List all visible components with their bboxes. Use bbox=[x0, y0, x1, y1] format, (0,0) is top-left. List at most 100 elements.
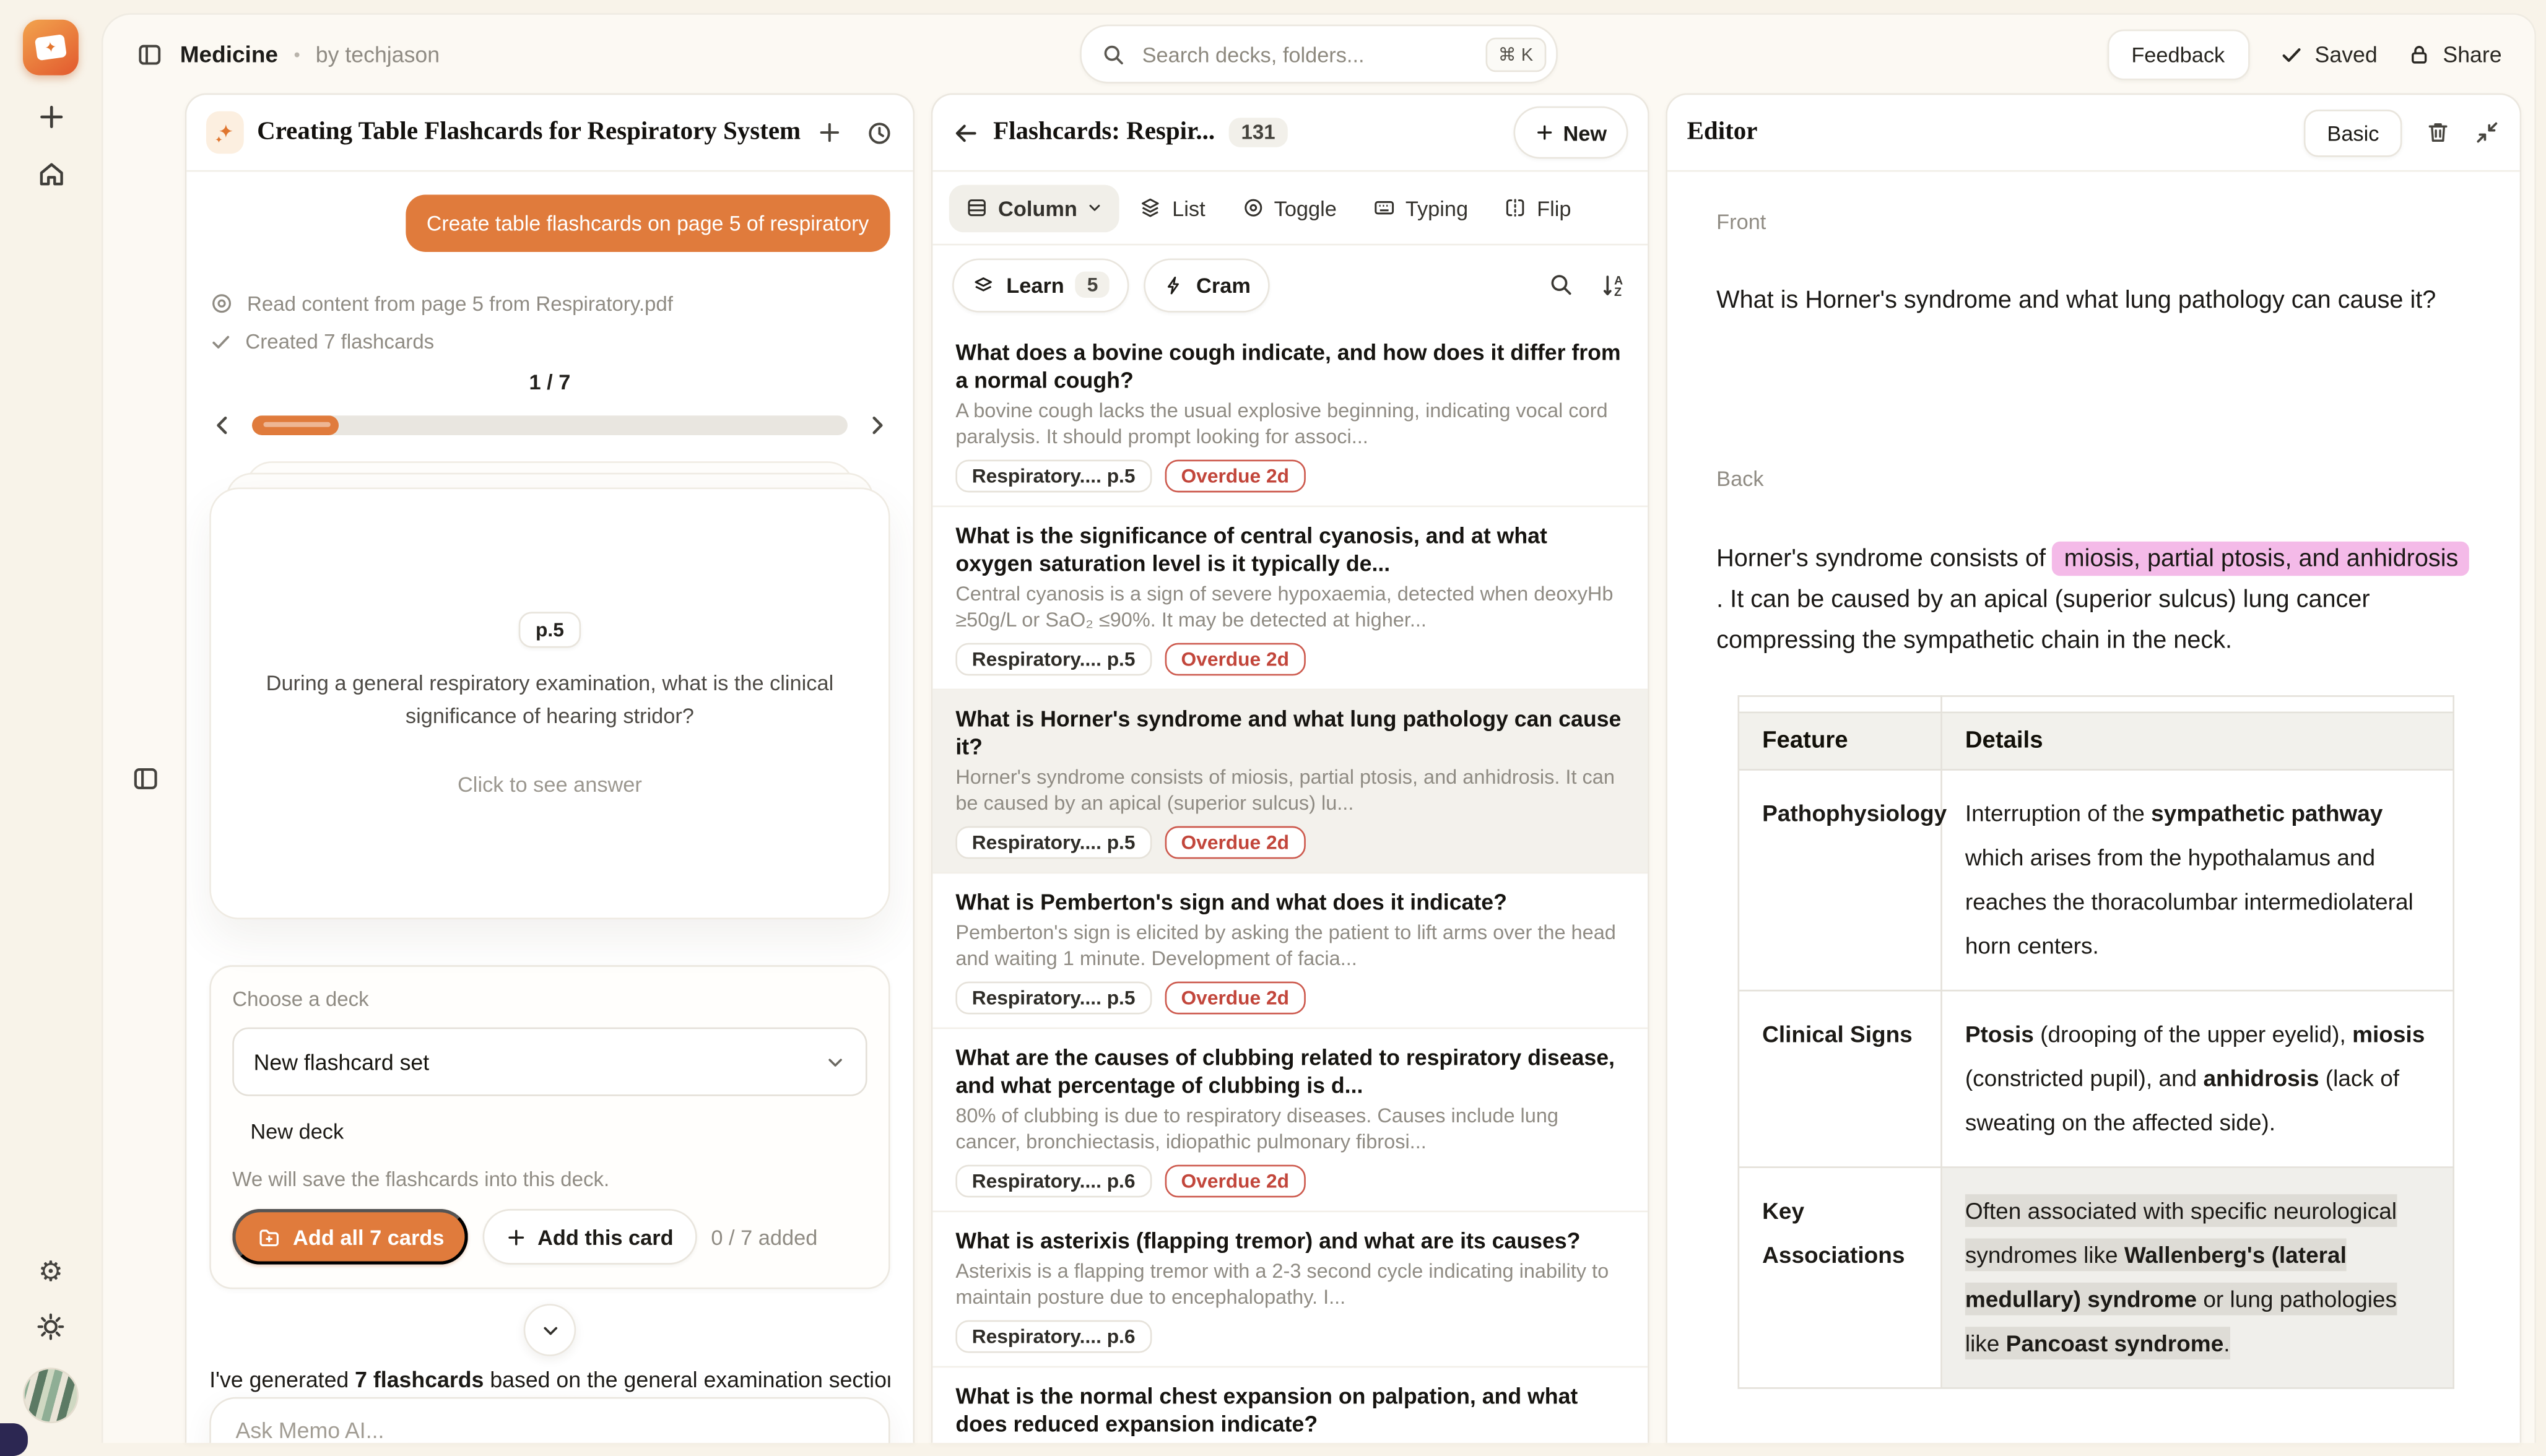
flip-view-icon bbox=[1504, 196, 1527, 219]
overdue-badge: Overdue 2d bbox=[1165, 826, 1305, 859]
tab-list[interactable]: List bbox=[1123, 184, 1222, 232]
page-badge: p.5 bbox=[519, 611, 581, 647]
collapse-panel-icon[interactable] bbox=[2474, 119, 2500, 145]
trash-icon[interactable] bbox=[2425, 119, 2451, 145]
scroll-down-button[interactable] bbox=[524, 1304, 576, 1356]
table-header-feature: Feature bbox=[1739, 713, 1942, 769]
flashcard-list-item-selected[interactable]: What is Horner's syndrome and what lung … bbox=[932, 690, 1648, 873]
deck-title: Flashcards: Respir... bbox=[993, 118, 1215, 147]
source-tag[interactable]: Respiratory.... p.6 bbox=[955, 1165, 1152, 1198]
new-chat-icon[interactable] bbox=[817, 119, 843, 147]
user-avatar[interactable] bbox=[23, 1367, 79, 1423]
flashcard-list-item[interactable]: What is asterixis (flapping tremor) and … bbox=[932, 1212, 1648, 1367]
progress-fill bbox=[252, 415, 338, 435]
flashcard-list-item[interactable]: What are the causes of clubbing related … bbox=[932, 1029, 1648, 1212]
flashcard-list-item[interactable]: What does a bovine cough indicate, and h… bbox=[932, 324, 1648, 507]
highlighted-text: miosis, partial ptosis, and anhidrosis bbox=[2053, 542, 2470, 576]
add-all-cards-button[interactable]: Add all 7 cards bbox=[232, 1209, 469, 1265]
search-input[interactable] bbox=[1139, 40, 1472, 68]
flashcard-stack: p.5 During a general respiratory examina… bbox=[209, 468, 890, 929]
cram-button[interactable]: Cram bbox=[1144, 258, 1270, 311]
source-tag[interactable]: Respiratory.... p.5 bbox=[955, 826, 1152, 859]
card-type-button[interactable]: Basic bbox=[2304, 109, 2402, 157]
tab-column[interactable]: Column bbox=[949, 184, 1120, 232]
table-row: Pathophysiology Interruption of the symp… bbox=[1739, 769, 2454, 990]
check-icon bbox=[2279, 41, 2303, 66]
tab-flip[interactable]: Flip bbox=[1488, 184, 1588, 232]
source-tag[interactable]: Respiratory.... p.5 bbox=[955, 460, 1152, 493]
prev-chevron-icon[interactable] bbox=[209, 412, 235, 438]
chat-composer[interactable]: Memo-1 bbox=[209, 1397, 890, 1443]
plus-icon bbox=[1536, 123, 1555, 142]
flashcard-question: During a general respiratory examination… bbox=[260, 667, 840, 732]
chat-input[interactable] bbox=[232, 1417, 867, 1443]
search-cards-icon[interactable] bbox=[1548, 272, 1574, 298]
add-this-card-button[interactable]: Add this card bbox=[484, 1209, 697, 1265]
sidebar-toggle-icon[interactable] bbox=[136, 40, 163, 68]
history-clock-icon[interactable] bbox=[866, 119, 893, 147]
progress-track[interactable] bbox=[252, 415, 848, 435]
flashcard-list-item[interactable]: What is the normal chest expansion on pa… bbox=[932, 1367, 1648, 1443]
card-counter: 1 / 7 bbox=[209, 370, 890, 394]
deck-chooser: Choose a deck New flashcard set New deck… bbox=[209, 965, 890, 1289]
share-button[interactable]: Share bbox=[2407, 41, 2501, 66]
card-carousel bbox=[209, 412, 890, 438]
answer-table[interactable]: Feature Details Pathophysiology Interrup… bbox=[1738, 695, 2454, 1389]
user-message-bubble: Create table flashcards on page 5 of res… bbox=[406, 194, 890, 251]
back-field[interactable]: Horner's syndrome consists of miosis, pa… bbox=[1716, 538, 2470, 661]
tab-typing[interactable]: Typing bbox=[1357, 184, 1485, 232]
left-rail: ✦ ⚙ bbox=[0, 0, 102, 1443]
overdue-badge: Overdue 2d bbox=[1165, 460, 1305, 493]
app-logo-icon[interactable]: ✦ bbox=[23, 20, 79, 76]
table-spacer-row bbox=[1739, 696, 2454, 712]
front-field[interactable]: What is Horner's syndrome and what lung … bbox=[1716, 283, 2470, 319]
search-shortcut-badge: ⌘ K bbox=[1485, 37, 1546, 71]
toggle-view-icon bbox=[1241, 196, 1264, 219]
scan-eye-icon bbox=[209, 291, 234, 316]
theme-sun-icon[interactable] bbox=[36, 1312, 66, 1341]
flashcards-panel: Flashcards: Respir... 131 New Co bbox=[931, 93, 1649, 1443]
table-row: Clinical Signs Ptosis (drooping of the u… bbox=[1739, 990, 2454, 1167]
source-tag[interactable]: Respiratory.... p.5 bbox=[955, 643, 1152, 676]
source-tag[interactable]: Respiratory.... p.6 bbox=[955, 1320, 1152, 1353]
card-count-badge: 131 bbox=[1228, 118, 1288, 147]
flashcard-preview[interactable]: p.5 During a general respiratory examina… bbox=[209, 488, 890, 920]
typing-view-icon bbox=[1373, 196, 1396, 219]
panel-collapse-icon[interactable] bbox=[131, 115, 160, 1443]
sparkle-icon bbox=[206, 111, 244, 154]
feedback-button[interactable]: Feedback bbox=[2107, 28, 2249, 79]
front-label: Front bbox=[1716, 209, 2470, 234]
workspace-title[interactable]: Medicine bbox=[180, 41, 278, 67]
sort-az-icon[interactable]: AZ bbox=[1601, 271, 1628, 298]
view-tabs: Column List bbox=[932, 171, 1648, 245]
flashcard-hint[interactable]: Click to see answer bbox=[458, 771, 642, 796]
new-deck-option[interactable]: New deck bbox=[232, 1119, 867, 1144]
back-arrow-icon[interactable] bbox=[952, 119, 980, 147]
new-item-icon[interactable] bbox=[35, 102, 66, 132]
chat-title: Creating Table Flashcards for Respirator… bbox=[257, 118, 803, 147]
next-chevron-icon[interactable] bbox=[864, 412, 890, 438]
learn-button[interactable]: Learn 5 bbox=[952, 258, 1129, 311]
editor-body: Front What is Horner's syndrome and what… bbox=[1667, 171, 2520, 1442]
svg-text:Z: Z bbox=[1614, 285, 1622, 298]
new-card-button[interactable]: New bbox=[1514, 106, 1628, 159]
dot-separator bbox=[294, 51, 299, 56]
editor-panel: Editor Basic Front What is Horner's synd… bbox=[1666, 93, 2521, 1443]
search-bar[interactable]: ⌘ K bbox=[1080, 25, 1558, 84]
tab-toggle[interactable]: Toggle bbox=[1225, 184, 1353, 232]
study-actions: Learn 5 Cram AZ bbox=[932, 245, 1648, 324]
deck-select-value: New flashcard set bbox=[254, 1049, 430, 1074]
flashcard-list-item[interactable]: What is the significance of central cyan… bbox=[932, 507, 1648, 690]
added-count: 0 / 7 added bbox=[711, 1224, 817, 1249]
saved-status: Saved bbox=[2279, 41, 2377, 66]
settings-gear-icon[interactable]: ⚙ bbox=[38, 1258, 63, 1286]
ai-chat-panel: Creating Table Flashcards for Respirator… bbox=[185, 93, 915, 1443]
home-icon[interactable] bbox=[35, 158, 66, 189]
overdue-badge: Overdue 2d bbox=[1165, 643, 1305, 676]
flashcard-list: What does a bovine cough indicate, and h… bbox=[932, 324, 1648, 1443]
source-tag[interactable]: Respiratory.... p.5 bbox=[955, 982, 1152, 1015]
deck-select[interactable]: New flashcard set bbox=[232, 1028, 867, 1096]
editor-title: Editor bbox=[1687, 118, 1758, 147]
list-view-icon bbox=[1139, 196, 1162, 219]
flashcard-list-item[interactable]: What is Pemberton's sign and what does i… bbox=[932, 873, 1648, 1029]
